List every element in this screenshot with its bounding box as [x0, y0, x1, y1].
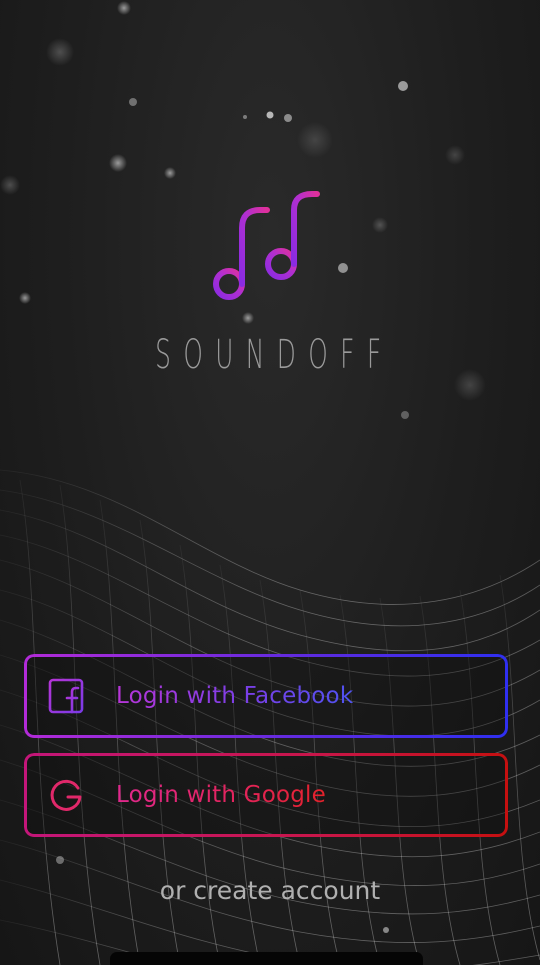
google-icon — [50, 779, 82, 811]
music-notes-icon — [213, 191, 320, 300]
home-indicator — [110, 952, 423, 965]
brand-name: SOUNDOFF — [155, 332, 394, 378]
login-screen: SOUNDOFF Login with Facebook Login with … — [0, 0, 540, 965]
login-google-button[interactable]: Login with Google — [24, 753, 508, 837]
facebook-icon — [48, 678, 84, 714]
login-google-label: Login with Google — [116, 753, 326, 837]
create-account-link[interactable]: or create account — [0, 876, 540, 905]
login-facebook-label: Login with Facebook — [116, 654, 353, 738]
login-facebook-button[interactable]: Login with Facebook — [24, 654, 508, 738]
